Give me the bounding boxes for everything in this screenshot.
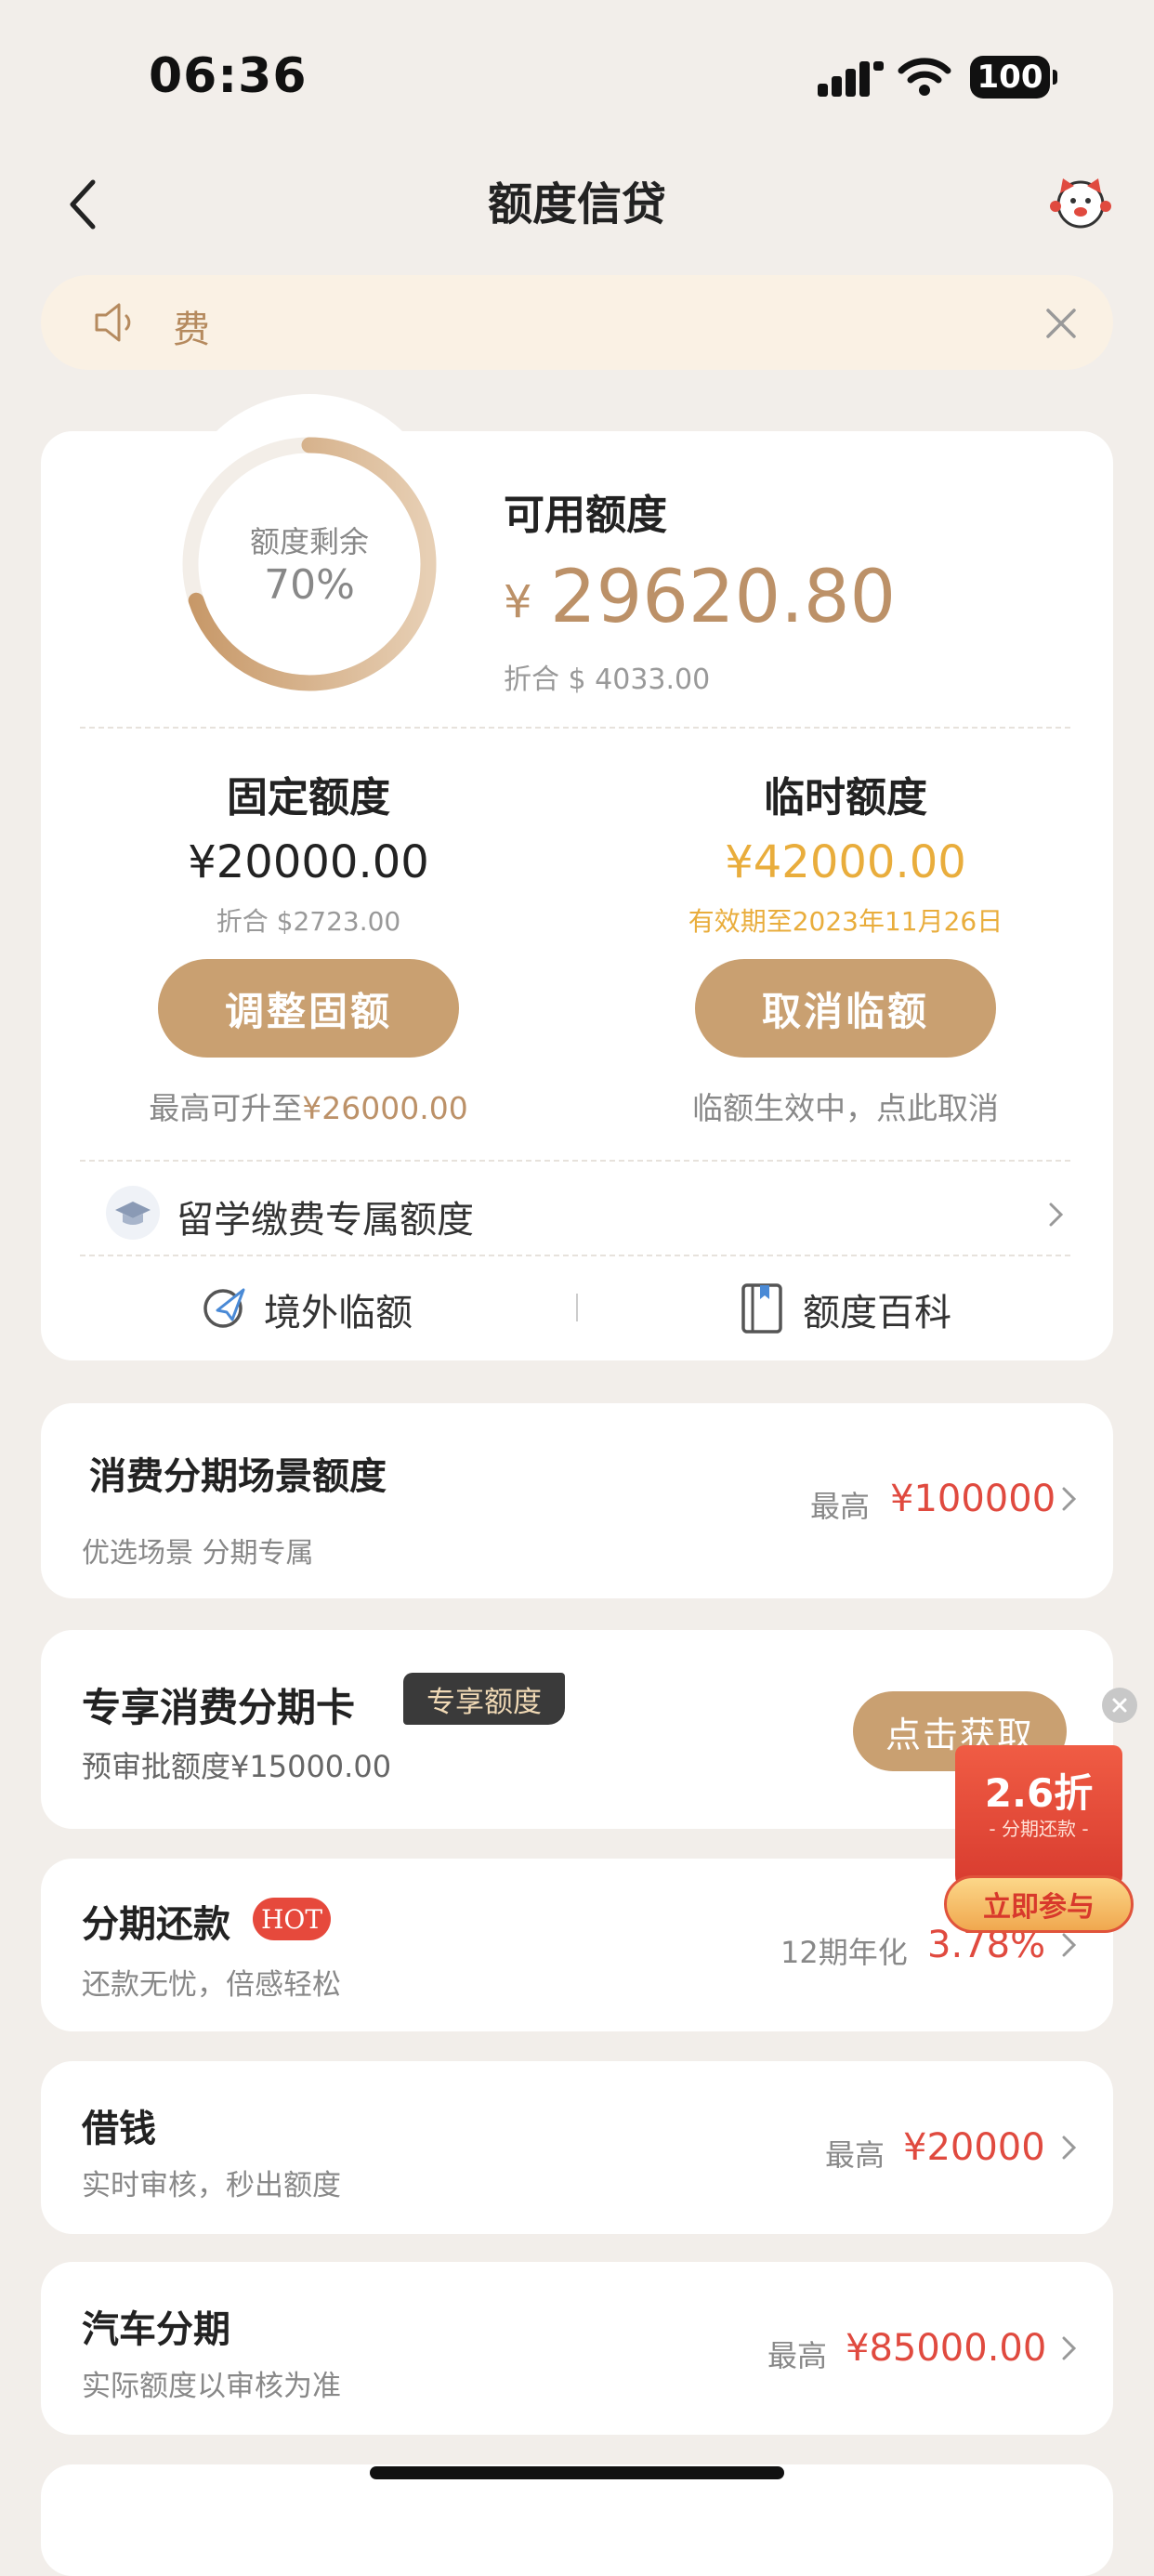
close-icon	[1112, 1698, 1127, 1713]
installment-repay-title: 分期还款	[82, 1903, 230, 1946]
exclusive-card-sub: 预审批额度¥15000.00	[82, 1749, 392, 1784]
divider	[80, 1160, 1070, 1162]
chevron-right-icon	[1049, 1203, 1064, 1227]
available-amount: 29620.80	[550, 556, 897, 639]
chevron-right-icon	[1062, 2136, 1077, 2160]
promo-join-button[interactable]: 立即参与	[944, 1875, 1134, 1933]
fixed-credit-amount: ¥20000.00	[188, 836, 429, 888]
promo-sub: - 分期还款 -	[989, 1818, 1089, 1840]
speaker-icon	[95, 303, 131, 342]
next-card	[41, 2464, 1113, 2576]
ring-label: 额度剩余	[249, 524, 369, 559]
chevron-right-icon	[1062, 1487, 1077, 1511]
fixed-note-prefix: 最高可升至	[149, 1090, 303, 1126]
temp-credit-amount: ¥42000.00	[725, 836, 966, 888]
exclusive-card-title: 专享消费分期卡	[82, 1685, 356, 1730]
plane-globe-icon	[203, 1288, 245, 1328]
customer-service-mascot-icon[interactable]	[1048, 173, 1113, 229]
graduation-cap-icon	[106, 1186, 160, 1240]
installment-scene-label: 最高	[810, 1489, 871, 1524]
installment-scene-value: ¥100000	[890, 1478, 1056, 1520]
overseas-temp-credit-label: 境外临额	[264, 1292, 413, 1334]
wifi-icon	[898, 58, 951, 96]
divider	[80, 727, 1070, 729]
promo-close-button[interactable]	[1102, 1688, 1137, 1723]
notice-text: 费	[173, 309, 210, 351]
borrow-title: 借钱	[82, 2108, 156, 2150]
study-abroad-label: 留学缴费专属额度	[177, 1199, 474, 1242]
ring-percent: 70%	[264, 561, 355, 609]
cellular-signal-icon	[818, 61, 884, 97]
fixed-note-value: ¥26000.00	[302, 1090, 468, 1126]
close-icon[interactable]	[1043, 305, 1080, 342]
credit-encyclopedia-label: 额度百科	[803, 1292, 951, 1334]
car-installment-label: 最高	[767, 2338, 828, 2373]
car-installment-value: ¥85000.00	[846, 2327, 1047, 2370]
temp-credit-validity: 有效期至2023年11月26日	[688, 906, 1003, 937]
installment-repay-sub: 还款无忧，倍感轻松	[82, 1968, 341, 2002]
battery-indicator: 100	[970, 56, 1057, 99]
available-usd: 折合 $ 4033.00	[504, 664, 711, 696]
installment-scene-sub: 优选场景 分期专属	[82, 1537, 314, 1570]
promo-discount: 2.6折	[984, 1770, 1094, 1816]
cancel-temp-credit-button[interactable]: 取消临额	[695, 959, 996, 1058]
divider	[80, 1255, 1070, 1256]
fixed-credit-note: 最高可升至¥26000.00	[84, 1084, 533, 1128]
available-currency: ¥	[504, 576, 532, 628]
fixed-credit-usd: 折合 $2723.00	[216, 906, 401, 937]
home-indicator	[370, 2466, 784, 2479]
available-title: 可用额度	[504, 492, 667, 539]
hot-badge: HOT	[253, 1898, 331, 1940]
car-installment-title: 汽车分期	[82, 2308, 230, 2351]
chevron-right-icon	[1062, 1933, 1077, 1957]
borrow-value: ¥20000	[903, 2126, 1045, 2169]
car-installment-sub: 实际额度以审核为准	[82, 2370, 341, 2403]
page-title: 额度信贷	[487, 178, 666, 230]
borrow-sub: 实时审核，秒出额度	[82, 2169, 341, 2202]
installment-scene-title: 消费分期场景额度	[89, 1455, 387, 1498]
exclusive-credit-badge: 专享额度	[403, 1673, 565, 1725]
fixed-credit-title: 固定额度	[227, 774, 390, 821]
temp-credit-title: 临时额度	[764, 774, 927, 821]
book-icon	[741, 1283, 782, 1334]
installment-repay-label: 12期年化	[780, 1935, 908, 1970]
borrow-label: 最高	[825, 2137, 885, 2173]
status-time: 06:36	[149, 48, 308, 104]
chevron-right-icon	[1062, 2336, 1077, 2360]
temp-credit-note[interactable]: 临额生效中，点此取消	[621, 1084, 1070, 1128]
link-separator	[576, 1294, 578, 1321]
adjust-fixed-credit-button[interactable]: 调整固额	[158, 959, 459, 1058]
